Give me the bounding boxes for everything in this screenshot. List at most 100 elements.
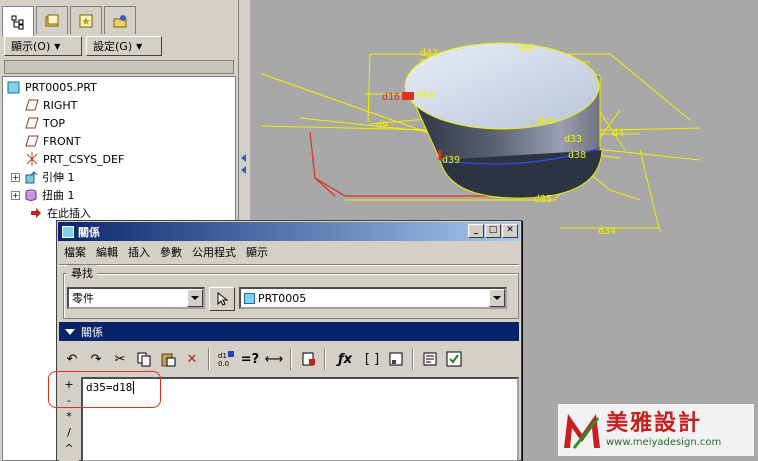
close-button[interactable]: ✕	[502, 224, 518, 238]
menu-display[interactable]: 顯示	[241, 244, 273, 262]
connections-icon	[113, 14, 127, 27]
tree-item-label: 在此插入	[47, 207, 91, 220]
maximize-button[interactable]: □	[485, 224, 501, 238]
copy-icon[interactable]	[133, 348, 155, 370]
datum-plane-icon	[25, 116, 39, 130]
svg-text:d1: d1	[218, 352, 227, 360]
collapse-left-icon[interactable]	[241, 154, 246, 162]
tree-item-warp[interactable]: + 扭曲 1	[11, 187, 75, 203]
menu-edit[interactable]: 編輯	[91, 244, 123, 262]
dimension-label: d41	[518, 43, 536, 54]
dimension-label: d9	[376, 120, 388, 131]
collapse-section-icon[interactable]	[65, 328, 75, 335]
part-icon	[7, 80, 21, 94]
tree-item-extrude[interactable]: + 引伸 1	[11, 169, 75, 185]
check-relations-icon[interactable]	[443, 348, 465, 370]
show-menu-label: 顯示(O)	[11, 40, 51, 53]
dialog-titlebar[interactable]: 關係 _ □ ✕	[58, 222, 520, 241]
tree-item-part[interactable]: PRT0005.PRT	[7, 79, 97, 95]
find-group-label: 尋找	[67, 265, 97, 281]
datum-plane-icon	[25, 98, 39, 112]
type-select[interactable]: 零件	[67, 287, 205, 309]
model-select-value: PRT0005	[258, 291, 307, 305]
tree-item-csys[interactable]: PRT_CSYS_DEF	[25, 151, 124, 167]
dimension-label: d42	[420, 48, 438, 59]
dialog-menubar: 檔案 編輯 插入 參數 公用程式 顯示	[59, 244, 273, 262]
redo-icon[interactable]: ↷	[85, 348, 107, 370]
tree-item-label: TOP	[43, 116, 66, 130]
folder-icon	[45, 14, 59, 26]
show-info-icon[interactable]	[419, 348, 441, 370]
delete-icon[interactable]: ✕	[181, 348, 203, 370]
tree-item-top[interactable]: TOP	[25, 115, 65, 131]
tree-item-insert-here[interactable]: 在此插入	[29, 205, 91, 221]
minimize-button[interactable]: _	[468, 224, 484, 238]
model-select[interactable]: PRT0005	[239, 287, 507, 309]
evaluate-icon[interactable]: =?	[239, 348, 261, 370]
switch-dimension-icon[interactable]: d1 0.0	[215, 348, 237, 370]
dimension-label: d33	[564, 134, 582, 145]
sort-relations-icon[interactable]	[297, 348, 319, 370]
extrude-icon	[24, 170, 38, 184]
expand-toggle[interactable]: +	[11, 190, 20, 200]
dialog-app-icon	[62, 225, 74, 238]
tree-item-front[interactable]: FRONT	[25, 133, 81, 149]
dimension-label: d39	[442, 155, 460, 166]
model-tree-icon	[11, 15, 24, 29]
paste-icon[interactable]	[157, 348, 179, 370]
tab-model-tree[interactable]	[2, 6, 34, 36]
measure-icon[interactable]: ⟷	[263, 348, 285, 370]
collapse-left-icon[interactable]	[241, 166, 246, 174]
brand-name: 美雅設計	[606, 410, 703, 436]
menu-insert[interactable]: 插入	[123, 244, 155, 262]
verify-icon[interactable]	[385, 348, 407, 370]
watermark: 美雅設計 www.meiyadesign.com	[558, 404, 754, 456]
tree-column-header	[4, 60, 234, 74]
select-from-model-button[interactable]	[209, 287, 235, 311]
type-select-value: 零件	[72, 292, 94, 305]
show-menu-button[interactable]: 顯示(O) ▼	[4, 36, 82, 56]
relations-section-header[interactable]: 關係	[59, 322, 519, 341]
warp-icon	[24, 188, 38, 202]
chevron-down-icon: ▼	[54, 41, 61, 51]
tab-connections[interactable]	[104, 6, 136, 34]
insert-brackets-icon[interactable]: [ ]	[361, 348, 383, 370]
chevron-down-icon[interactable]	[489, 289, 505, 307]
tab-favorites[interactable]	[70, 6, 102, 34]
pointer-arrow-icon	[217, 292, 228, 306]
callout-highlight	[48, 371, 161, 408]
chevron-down-icon: ▼	[136, 41, 143, 51]
dimension-label: d35	[534, 194, 552, 205]
insert-function-icon[interactable]: ƒx	[331, 348, 359, 370]
dimension-label: d43	[536, 116, 554, 127]
cut-icon[interactable]: ✂	[109, 348, 131, 370]
toolbar-separator	[324, 348, 326, 370]
tree-item-right[interactable]: RIGHT	[25, 97, 77, 113]
tree-item-label: PRT_CSYS_DEF	[43, 152, 125, 166]
relations-section-title: 關係	[81, 325, 103, 339]
power-operator-button[interactable]: ^	[59, 441, 79, 457]
tree-item-label: 引伸 1	[42, 171, 75, 184]
tab-folder-browser[interactable]	[36, 6, 68, 34]
menu-utilities[interactable]: 公用程式	[187, 244, 241, 262]
navigator-tabs	[2, 6, 236, 36]
insert-here-icon	[29, 206, 43, 220]
brand-logo	[564, 414, 600, 449]
divide-operator-button[interactable]: /	[59, 425, 79, 441]
toolbar-separator	[412, 348, 414, 370]
brand-url: www.meiyadesign.com	[606, 436, 722, 448]
settings-menu-label: 設定(G)	[93, 40, 133, 53]
dimension-label: d40	[416, 90, 434, 101]
model-tree-toolbar: 顯示(O) ▼ 設定(G) ▼	[2, 36, 236, 58]
expand-toggle[interactable]: +	[11, 172, 20, 182]
menu-parameters[interactable]: 參數	[155, 244, 187, 262]
toolbar-separator	[290, 348, 292, 370]
settings-menu-button[interactable]: 設定(G) ▼	[86, 36, 162, 56]
cylinder-model[interactable]	[404, 42, 603, 199]
part-icon	[244, 292, 255, 304]
menu-file[interactable]: 檔案	[59, 244, 91, 262]
svg-text:0.0: 0.0	[218, 360, 229, 368]
chevron-down-icon[interactable]	[187, 289, 203, 307]
multiply-operator-button[interactable]: *	[59, 409, 79, 425]
undo-icon[interactable]: ↶	[61, 348, 83, 370]
